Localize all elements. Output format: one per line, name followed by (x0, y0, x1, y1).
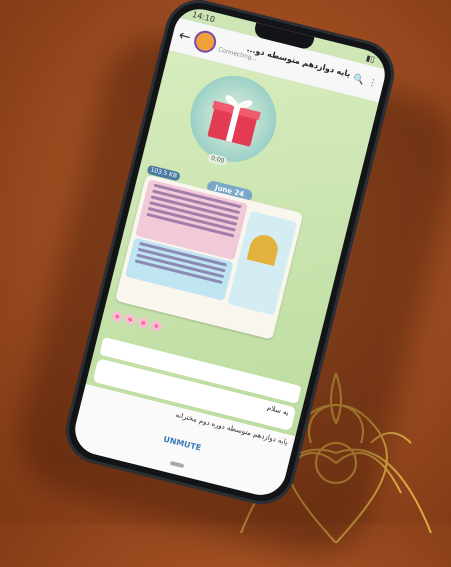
gift-box-icon (207, 95, 261, 147)
more-menu-icon[interactable]: ⋮ (367, 78, 378, 90)
gift-sticker[interactable] (181, 66, 286, 171)
battery-icon: ▮▯ (365, 52, 377, 64)
back-arrow-icon[interactable]: ← (177, 27, 192, 45)
image-message[interactable] (114, 174, 304, 340)
home-indicator[interactable] (169, 460, 185, 469)
chat-avatar[interactable] (191, 28, 219, 56)
emoji-message: 🌸🌸🌸🌸 (109, 310, 165, 334)
search-icon[interactable]: 🔍 (352, 74, 365, 86)
